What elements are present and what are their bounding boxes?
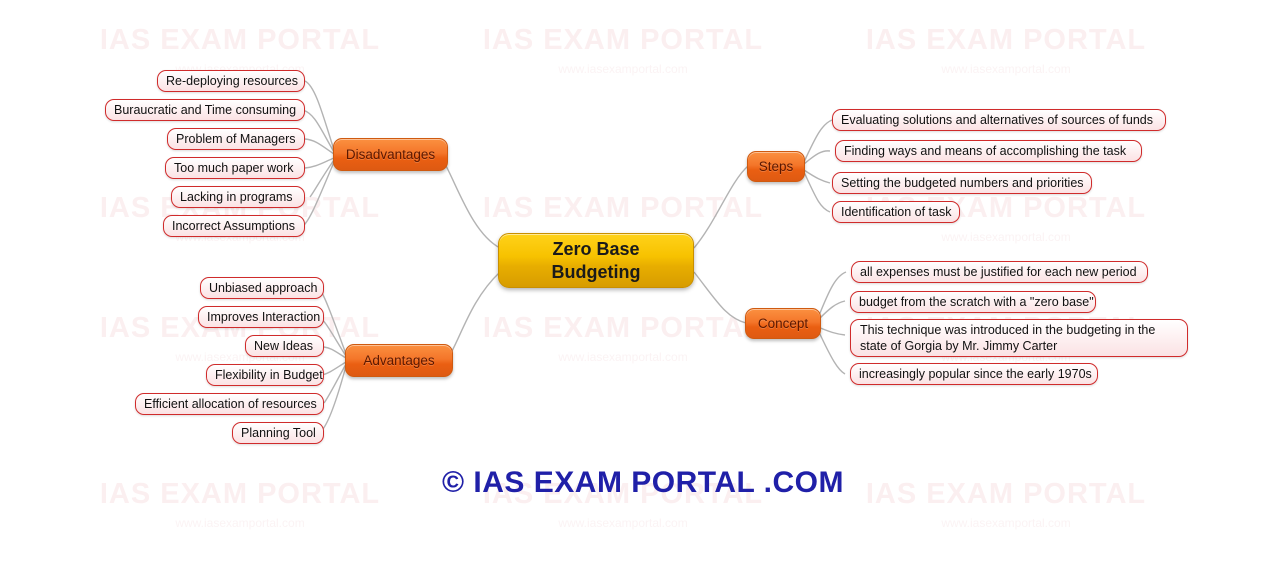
leaf-label: Improves Interaction [207, 309, 321, 324]
connector-disadvantages-leaf [304, 80, 335, 151]
connector-advantages-leaf [323, 363, 347, 404]
connector-disadvantages-leaf [302, 161, 335, 227]
leaf-label: Flexibility in Budget [215, 367, 323, 382]
connector-disadvantages-leaf [304, 157, 335, 169]
connector-concept-leaf [817, 300, 846, 321]
leaf-node-too-much-paper-work[interactable]: Too much paper work [165, 157, 305, 179]
leaf-label: Problem of Managers [176, 131, 296, 146]
leaf-label: Lacking in programs [180, 189, 293, 204]
branch-node-steps[interactable]: Steps [747, 151, 805, 182]
connector-root-advantages [447, 271, 501, 359]
connector-advantages-leaf [323, 346, 347, 359]
leaf-node-new-ideas[interactable]: New Ideas [245, 335, 324, 357]
leaf-node-lacking-in-programs[interactable]: Lacking in programs [171, 186, 305, 208]
branch-node-concept[interactable]: Concept [745, 308, 821, 339]
leaf-label: This technique was introduced in the bud… [860, 323, 1156, 353]
leaf-label: Re-deploying resources [166, 73, 299, 88]
leaf-node-incorrect-assumptions[interactable]: Incorrect Assumptions [163, 215, 305, 237]
leaf-node-setting-the-budgeted-numbers[interactable]: Setting the budgeted numbers and priorit… [832, 172, 1092, 194]
connector-root-disadvantages [439, 154, 501, 249]
leaf-node-improves-interaction[interactable]: Improves Interaction [198, 306, 324, 328]
watermark-sub-text: www.iasexamportal.com [941, 62, 1071, 76]
watermark-sub-text: www.iasexamportal.com [941, 516, 1071, 530]
leaf-node-all-expenses-must-be-justified[interactable]: all expenses must be justified for each … [851, 261, 1148, 283]
leaf-node-flexibility-in-budget[interactable]: Flexibility in Budget [206, 364, 324, 386]
connector-root-steps [693, 165, 749, 249]
leaf-label: increasingly popular since the early 197… [859, 366, 1092, 381]
connector-steps-leaf [803, 169, 831, 184]
leaf-label: New Ideas [254, 338, 314, 353]
leaf-node-problem-of-managers[interactable]: Problem of Managers [167, 128, 305, 150]
leaf-node-finding-ways-and-means[interactable]: Finding ways and means of accomplishing … [835, 140, 1142, 162]
watermark-main-text: IAS EXAM PORTAL [482, 24, 764, 56]
branch-label: Advantages [363, 353, 435, 368]
connector-steps-leaf [803, 119, 833, 163]
connector-steps-leaf [803, 150, 831, 165]
leaf-label: Setting the budgeted numbers and priorit… [841, 175, 1084, 190]
mindmap-canvas: IAS EXAM PORTAL www.iasexamportal.com IA… [0, 0, 1286, 566]
watermark-sub-text: www.iasexamportal.com [175, 516, 305, 530]
leaf-label: Buraucratic and Time consuming [114, 102, 297, 117]
leaf-node-planning-tool[interactable]: Planning Tool [232, 422, 324, 444]
leaf-node-budget-from-the-scratch[interactable]: budget from the scratch with a "zero bas… [850, 291, 1096, 313]
watermark-main-text: IAS EXAM PORTAL [865, 24, 1147, 56]
leaf-node-this-technique-was-introduced[interactable]: This technique was introduced in the bud… [850, 319, 1188, 357]
leaf-node-efficient-allocation-of-resources[interactable]: Efficient allocation of resources [135, 393, 324, 415]
leaf-label: Unbiased approach [209, 280, 318, 295]
leaf-node-unbiased-approach[interactable]: Unbiased approach [200, 277, 324, 299]
watermark-main-text: IAS EXAM PORTAL [482, 312, 764, 344]
branch-node-disadvantages[interactable]: Disadvantages [333, 138, 448, 171]
root-node-line2: Budgeting [551, 261, 641, 282]
connector-concept-leaf [817, 329, 846, 375]
leaf-label: Efficient allocation of resources [144, 396, 317, 411]
root-node-zero-base-budgeting[interactable]: Zero Base Budgeting [498, 233, 694, 288]
copyright-footer: © IAS EXAM PORTAL .COM [441, 466, 844, 499]
leaf-node-increasingly-popular-since-1970s[interactable]: increasingly popular since the early 197… [850, 363, 1098, 385]
connector-disadvantages-leaf [302, 109, 335, 153]
leaf-label: Incorrect Assumptions [172, 218, 295, 233]
leaf-node-evaluating-solutions-and-alternatives[interactable]: Evaluating solutions and alternatives of… [832, 109, 1166, 131]
branch-node-advantages[interactable]: Advantages [345, 344, 453, 377]
connector-concept-leaf [817, 271, 847, 319]
connector-concept-leaf [817, 326, 846, 336]
watermark-sub-text: www.iasexamportal.com [558, 350, 688, 364]
leaf-label: all expenses must be justified for each … [860, 264, 1137, 279]
leaf-label: Planning Tool [241, 425, 316, 440]
root-node-line1: Zero Base [552, 238, 640, 259]
leaf-label: Identification of task [841, 204, 952, 219]
connector-disadvantages-leaf [304, 138, 335, 155]
branch-label: Steps [758, 159, 794, 174]
leaf-label: budget from the scratch with a "zero bas… [859, 294, 1094, 309]
leaf-label: Too much paper work [174, 160, 294, 175]
leaf-node-identification-of-task[interactable]: Identification of task [832, 201, 960, 223]
watermark-tile: IAS EXAM PORTAL www.iasexamportal.com [856, 24, 1156, 76]
watermark-tile: IAS EXAM PORTAL www.iasexamportal.com [90, 24, 390, 76]
leaf-node-re-deploying-resources[interactable]: Re-deploying resources [157, 70, 305, 92]
watermark-main-text: IAS EXAM PORTAL [482, 192, 764, 224]
connector-disadvantages-leaf [309, 159, 335, 198]
watermark-sub-text: www.iasexamportal.com [558, 516, 688, 530]
watermark-tile: IAS EXAM PORTAL www.iasexamportal.com [473, 24, 773, 76]
branch-label: Disadvantages [345, 147, 436, 162]
connector-advantages-leaf [321, 361, 347, 376]
leaf-label: Evaluating solutions and alternatives of… [841, 112, 1153, 127]
leaf-label: Finding ways and means of accomplishing … [844, 143, 1127, 158]
connector-steps-leaf [803, 171, 831, 213]
watermark-sub-text: www.iasexamportal.com [558, 62, 688, 76]
branch-label: Concept [757, 316, 809, 331]
watermark-tile: IAS EXAM PORTAL www.iasexamportal.com [473, 312, 773, 364]
leaf-node-buraucratic-and-time-consuming[interactable]: Buraucratic and Time consuming [105, 99, 305, 121]
connector-root-concept [693, 271, 747, 324]
watermark-sub-text: www.iasexamportal.com [941, 230, 1071, 244]
watermark-main-text: IAS EXAM PORTAL [99, 24, 381, 56]
